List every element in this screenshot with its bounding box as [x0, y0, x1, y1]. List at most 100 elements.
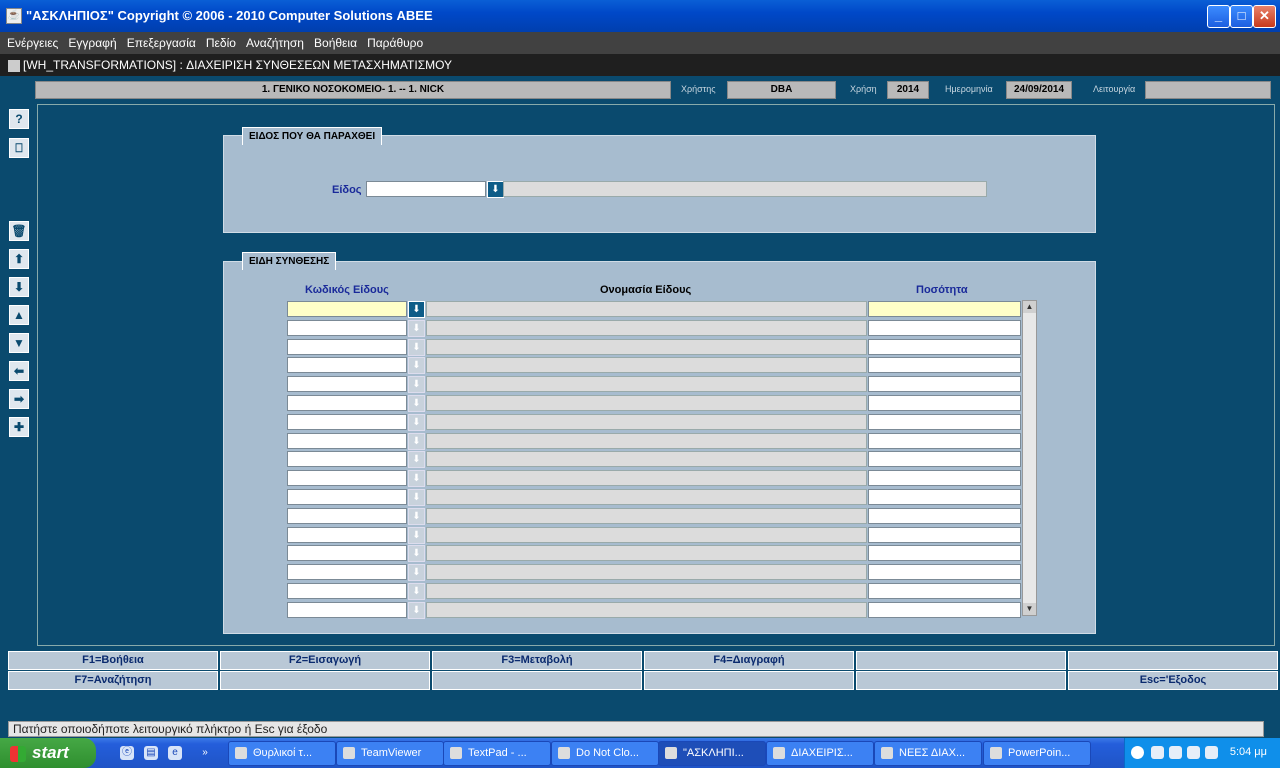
row-code-input[interactable]: [287, 319, 407, 336]
row-code-input[interactable]: [287, 470, 407, 487]
task-asklipios[interactable]: "ΑΣΚΛΗΠΙ...: [658, 741, 766, 766]
fkey-blank-10[interactable]: [644, 671, 854, 690]
app-icon[interactable]: ☕: [6, 8, 22, 24]
exit-icon[interactable]: ⎕: [9, 138, 29, 158]
menu-edit[interactable]: Επεξεργασία: [127, 32, 196, 54]
row-code-input[interactable]: [287, 564, 407, 581]
row-list-button[interactable]: ⬇: [408, 564, 425, 582]
item-code-input[interactable]: [366, 181, 486, 197]
delete-icon[interactable]: 🗑: [9, 221, 29, 241]
fkey-exit[interactable]: Esc='Εξοδος: [1068, 671, 1278, 690]
task-ie[interactable]: Do Not Clo...: [551, 741, 659, 766]
row-quantity-input[interactable]: [868, 432, 1021, 449]
row-list-button[interactable]: ⬇: [408, 507, 425, 525]
previous-record-icon[interactable]: ▲: [9, 305, 29, 325]
fkey-search[interactable]: F7=Αναζήτηση: [8, 671, 218, 690]
scroll-up-icon[interactable]: ▲: [1023, 301, 1036, 313]
row-quantity-input[interactable]: [868, 357, 1021, 374]
task-folder[interactable]: ΝΕΕΣ ΔΙΑΧ...: [874, 741, 982, 766]
help-icon[interactable]: ?: [9, 109, 29, 129]
fkey-insert[interactable]: F2=Εισαγωγή: [220, 651, 430, 670]
menu-search[interactable]: Αναζήτηση: [246, 32, 304, 54]
task-textpad[interactable]: TextPad - ...: [443, 741, 551, 766]
row-code-input[interactable]: [287, 376, 407, 393]
row-quantity-input[interactable]: [868, 526, 1021, 543]
row-code-input[interactable]: [287, 413, 407, 430]
menu-actions[interactable]: Ενέργειες: [7, 32, 58, 54]
menu-window[interactable]: Παράθυρο: [367, 32, 423, 54]
row-quantity-input[interactable]: [868, 338, 1021, 355]
row-quantity-input[interactable]: [868, 489, 1021, 505]
task-teamviewer[interactable]: TeamViewer: [336, 741, 444, 766]
row-code-input[interactable]: [287, 545, 407, 562]
task-firefox[interactable]: Θυρλικοί τ...: [228, 741, 336, 766]
row-quantity-input[interactable]: [868, 545, 1021, 562]
task-powerpoint[interactable]: PowerPoin...: [983, 741, 1091, 766]
row-list-button[interactable]: ⬇: [408, 489, 425, 506]
row-quantity-input[interactable]: [868, 301, 1021, 317]
fkey-blank-11[interactable]: [856, 671, 1066, 690]
row-quantity-input[interactable]: [868, 601, 1021, 618]
fkey-help[interactable]: F1=Βοήθεια: [8, 651, 218, 670]
row-list-button[interactable]: ⬇: [408, 601, 425, 619]
row-code-input[interactable]: [287, 601, 407, 618]
row-code-input[interactable]: [287, 301, 407, 317]
minimize-button[interactable]: _: [1207, 5, 1230, 28]
row-list-button[interactable]: ⬇: [408, 470, 425, 488]
row-code-input[interactable]: [287, 489, 407, 505]
row-list-button[interactable]: ⬇: [408, 319, 425, 337]
row-code-input[interactable]: [287, 507, 407, 524]
menu-record[interactable]: Εγγραφή: [68, 32, 116, 54]
next-record-icon[interactable]: ▼: [9, 333, 29, 353]
maximize-button[interactable]: □: [1230, 5, 1253, 28]
tray-network-icon[interactable]: [1169, 746, 1182, 759]
next-block-icon[interactable]: ➡: [9, 389, 29, 409]
menu-field[interactable]: Πεδίο: [206, 32, 236, 54]
fkey-update[interactable]: F3=Μεταβολή: [432, 651, 642, 670]
tray-expand-icon[interactable]: [1131, 746, 1144, 759]
row-code-input[interactable]: [287, 526, 407, 543]
row-quantity-input[interactable]: [868, 451, 1021, 468]
row-quantity-input[interactable]: [868, 583, 1021, 599]
row-quantity-input[interactable]: [868, 413, 1021, 430]
tray-antivirus-icon[interactable]: [1187, 746, 1200, 759]
row-list-button[interactable]: ⬇: [408, 338, 425, 356]
row-code-input[interactable]: [287, 395, 407, 411]
row-list-button[interactable]: ⬇: [408, 583, 425, 600]
fkey-blank-5[interactable]: [856, 651, 1066, 670]
scroll-down-icon[interactable]: ▼: [1023, 603, 1036, 615]
tray-messenger-icon[interactable]: [1151, 746, 1164, 759]
row-list-button[interactable]: ⬇: [408, 395, 425, 412]
row-list-button[interactable]: ⬇: [408, 357, 425, 375]
row-list-button[interactable]: ⬇: [408, 301, 425, 318]
row-list-button[interactable]: ⬇: [408, 413, 425, 431]
fkey-blank-6[interactable]: [1068, 651, 1278, 670]
task-diaxeirisi[interactable]: ΔΙΑΧΕΙΡΙΣ...: [766, 741, 874, 766]
fkey-blank-9[interactable]: [432, 671, 642, 690]
row-list-button[interactable]: ⬇: [408, 376, 425, 394]
menu-help[interactable]: Βοήθεια: [314, 32, 357, 54]
row-quantity-input[interactable]: [868, 376, 1021, 393]
quicklaunch-ie-icon[interactable]: e: [168, 746, 182, 760]
previous-block-icon[interactable]: ⬅: [9, 361, 29, 381]
item-list-button[interactable]: ⬇: [487, 181, 504, 198]
row-quantity-input[interactable]: [868, 319, 1021, 336]
first-record-icon[interactable]: ⬆: [9, 249, 29, 269]
quicklaunch-desktop-icon[interactable]: ▤: [144, 746, 158, 760]
insert-record-icon[interactable]: ✚: [9, 417, 29, 437]
rows-scrollbar[interactable]: ▲ ▼: [1022, 300, 1037, 616]
row-code-input[interactable]: [287, 338, 407, 355]
row-code-input[interactable]: [287, 583, 407, 599]
row-list-button[interactable]: ⬇: [408, 526, 425, 544]
row-list-button[interactable]: ⬇: [408, 451, 425, 469]
row-quantity-input[interactable]: [868, 507, 1021, 524]
row-quantity-input[interactable]: [868, 395, 1021, 411]
fkey-blank-8[interactable]: [220, 671, 430, 690]
row-code-input[interactable]: [287, 432, 407, 449]
row-code-input[interactable]: [287, 357, 407, 374]
row-list-button[interactable]: ⬇: [408, 545, 425, 563]
row-quantity-input[interactable]: [868, 470, 1021, 487]
fkey-delete[interactable]: F4=Διαγραφή: [644, 651, 854, 670]
tray-teamviewer-icon[interactable]: [1205, 746, 1218, 759]
close-button[interactable]: ✕: [1253, 5, 1276, 28]
